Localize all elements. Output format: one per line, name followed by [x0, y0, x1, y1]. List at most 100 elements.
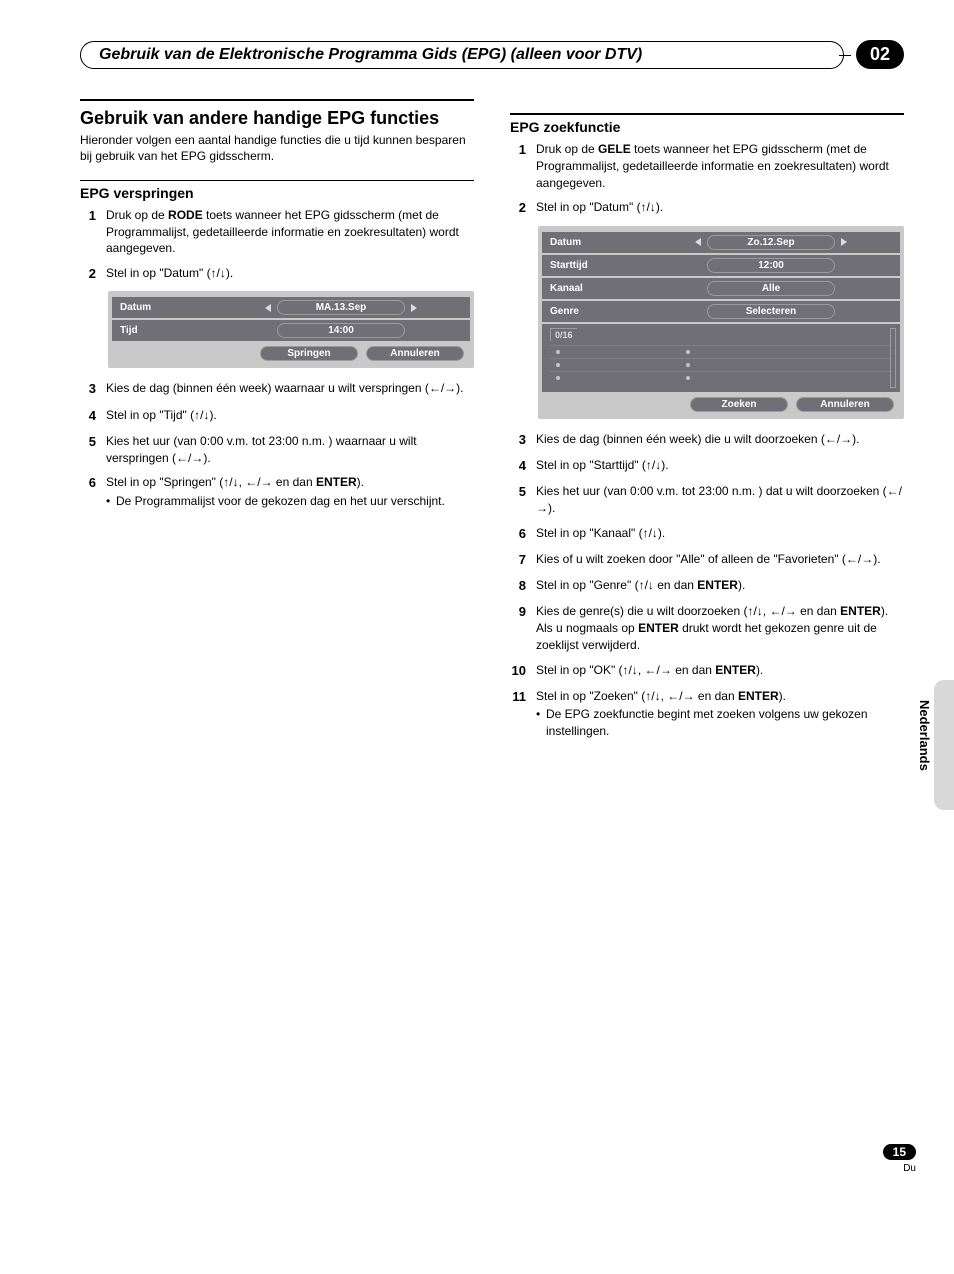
- step-text: Druk op de GELE toets wanneer het EPG gi…: [536, 141, 904, 191]
- subheading-verspringen: EPG verspringen: [80, 185, 474, 201]
- step-number: 5: [80, 433, 96, 467]
- language-tab-label: Nederlands: [917, 700, 932, 771]
- step-number: 5: [510, 483, 526, 517]
- step-text: Stel in op "Starttijd" (↑/↓).: [536, 457, 904, 475]
- ui-result-list: 0/16: [542, 324, 900, 392]
- ui-row: Datum MA.13.Sep: [112, 297, 470, 318]
- steps-list: 3 Kies de dag (binnen één week) waarnaar …: [80, 380, 474, 510]
- step-number: 10: [510, 662, 526, 680]
- ui-row-value[interactable]: 12:00: [650, 258, 892, 273]
- side-tab: [934, 680, 954, 810]
- nav-right-icon[interactable]: [841, 238, 847, 246]
- step-text: Kies de genre(s) die u wilt doorzoeken (…: [536, 603, 904, 653]
- ui-row: Kanaal Alle: [542, 278, 900, 299]
- steps-list: 3Kies de dag (binnen één week) die u wil…: [510, 431, 904, 741]
- page-number: 15: [883, 1144, 916, 1160]
- chapter-badge: 02: [856, 40, 904, 69]
- step-number: 9: [510, 603, 526, 653]
- step-item: 1Druk op de GELE toets wanneer het EPG g…: [510, 141, 904, 191]
- dot-icon: [686, 350, 690, 354]
- step-text: Stel in op "Zoeken" (↑/↓, ←/→ en dan ENT…: [536, 688, 904, 740]
- step-number: 2: [510, 199, 526, 217]
- step-text: Stel in op "Springen" (↑/↓, ←/→ en dan E…: [106, 474, 474, 510]
- step-item: 8Stel in op "Genre" (↑/↓ en dan ENTER).: [510, 577, 904, 595]
- step-item: 5 Kies het uur (van 0:00 v.m. tot 23:00 n…: [80, 433, 474, 467]
- ui-result-row: [550, 371, 892, 384]
- ui-row: Genre Selecteren: [542, 301, 900, 322]
- step-number: 3: [80, 380, 96, 398]
- ui-row-value[interactable]: Zo.12.Sep: [650, 235, 892, 250]
- steps-list: 1Druk op de RODE toets wanneer het EPG g…: [80, 207, 474, 284]
- nav-left-icon[interactable]: [695, 238, 701, 246]
- step-item: 1Druk op de RODE toets wanneer het EPG g…: [80, 207, 474, 257]
- nav-left-icon[interactable]: [265, 304, 271, 312]
- step-item: 4Stel in op "Tijd" (↑/↓).: [80, 407, 474, 425]
- scrollbar[interactable]: [890, 328, 896, 388]
- step-text: Kies de dag (binnen één week) waarnaar u…: [106, 380, 474, 398]
- dot-icon: [556, 363, 560, 367]
- ui-row-value[interactable]: MA.13.Sep: [220, 300, 462, 315]
- step-text: Stel in op "Datum" (↑/↓).: [106, 265, 474, 283]
- ui-row-value[interactable]: 14:00: [220, 323, 462, 338]
- ui-value-pill[interactable]: Zo.12.Sep: [707, 235, 835, 250]
- ui-result-row: [550, 345, 892, 358]
- step-number: 1: [510, 141, 526, 191]
- ui-button[interactable]: Springen: [260, 346, 358, 361]
- step-number: 1: [80, 207, 96, 257]
- step-text: Stel in op "Datum" (↑/↓).: [536, 199, 904, 217]
- ui-result-count: 0/16: [550, 328, 577, 341]
- step-item: 2Stel in op "Datum" (↑/↓).: [80, 265, 474, 283]
- step-number: 6: [510, 525, 526, 543]
- step-bullet: De Programmalijst voor de gekozen dag en…: [106, 493, 474, 510]
- ui-button[interactable]: Annuleren: [796, 397, 894, 412]
- step-text: Kies het uur (van 0:00 v.m. tot 23:00 n.…: [106, 433, 474, 467]
- ui-value-pill[interactable]: Alle: [707, 281, 835, 296]
- step-number: 4: [80, 407, 96, 425]
- ui-row-value[interactable]: Alle: [650, 281, 892, 296]
- step-number: 4: [510, 457, 526, 475]
- step-bullet: De EPG zoekfunctie begint met zoeken vol…: [536, 706, 904, 740]
- ui-button[interactable]: Annuleren: [366, 346, 464, 361]
- ui-row-label: Kanaal: [550, 283, 642, 294]
- ui-value-pill[interactable]: Selecteren: [707, 304, 835, 319]
- step-item: 2 Stel in op "Datum" (↑/↓).: [510, 199, 904, 217]
- ui-row: Datum Zo.12.Sep: [542, 232, 900, 253]
- step-number: 11: [510, 688, 526, 740]
- ui-row-value[interactable]: Selecteren: [650, 304, 892, 319]
- ui-value-pill[interactable]: 12:00: [707, 258, 835, 273]
- ui-row-label: Datum: [550, 237, 642, 248]
- dot-icon: [556, 376, 560, 380]
- steps-list: 1Druk op de GELE toets wanneer het EPG g…: [510, 141, 904, 218]
- step-text: Stel in op "Genre" (↑/↓ en dan ENTER).: [536, 577, 904, 595]
- subheading-zoekfunctie: EPG zoekfunctie: [510, 119, 904, 135]
- step-item: 10Stel in op "OK" (↑/↓, ←/→ en dan ENTER…: [510, 662, 904, 680]
- step-item: 9Kies de genre(s) die u wilt doorzoeken …: [510, 603, 904, 653]
- step-text: Druk op de RODE toets wanneer het EPG gi…: [106, 207, 474, 257]
- dot-icon: [686, 376, 690, 380]
- page-lang-code: Du: [883, 1163, 916, 1174]
- nav-right-icon[interactable]: [411, 304, 417, 312]
- step-text: Stel in op "Kanaal" (↑/↓).: [536, 525, 904, 543]
- step-item: 6 Stel in op "Kanaal" (↑/↓).: [510, 525, 904, 543]
- right-column: EPG zoekfunctie 1Druk op de GELE toets w…: [510, 99, 904, 748]
- section-intro: Hieronder volgen een aantal handige func…: [80, 132, 474, 164]
- page-header: Gebruik van de Elektronische Programma G…: [80, 40, 904, 69]
- ui-row-label: Genre: [550, 306, 642, 317]
- ui-row: Starttijd12:00: [542, 255, 900, 276]
- step-number: 6: [80, 474, 96, 510]
- page-footer: 15 Du: [883, 1143, 916, 1174]
- dot-icon: [686, 363, 690, 367]
- step-item: 4 Stel in op "Starttijd" (↑/↓).: [510, 457, 904, 475]
- ui-value-pill[interactable]: MA.13.Sep: [277, 300, 405, 315]
- step-text: Kies de dag (binnen één week) die u wilt…: [536, 431, 904, 449]
- ui-panel-search: Datum Zo.12.Sep Starttijd12:00 Kanaal Alle Ge…: [538, 226, 904, 419]
- step-item: 3 Kies de dag (binnen één week) waarnaar …: [80, 380, 474, 398]
- ui-row-label: Datum: [120, 302, 212, 313]
- header-title: Gebruik van de Elektronische Programma G…: [80, 41, 844, 69]
- ui-button[interactable]: Zoeken: [690, 397, 788, 412]
- ui-panel-jump: Datum MA.13.Sep Tijd 14:00 Springen Annuleren: [108, 291, 474, 368]
- ui-value-pill[interactable]: 14:00: [277, 323, 405, 338]
- step-item: 5Kies het uur (van 0:00 v.m. tot 23:00 n…: [510, 483, 904, 517]
- ui-row-label: Tijd: [120, 325, 212, 336]
- dot-icon: [556, 350, 560, 354]
